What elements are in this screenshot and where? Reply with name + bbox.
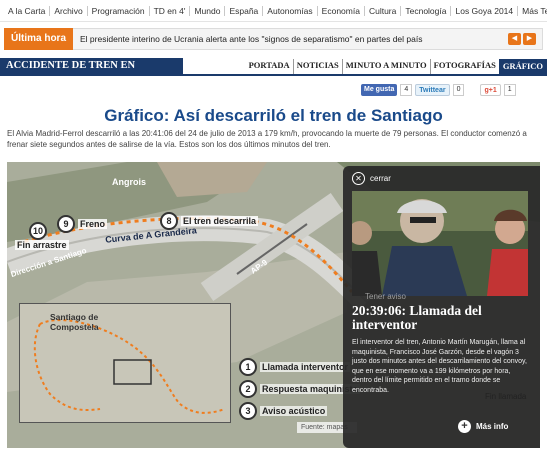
legend-step-1[interactable]: 1 Llamada interventor xyxy=(239,358,360,376)
step-label-fin-arrastre: Fin arrastre xyxy=(15,240,69,250)
map-step-9[interactable]: 9 Freno xyxy=(57,215,108,233)
plus-icon: + xyxy=(458,420,471,433)
nav-link-archivo[interactable]: Archivo xyxy=(50,5,88,16)
social-buttons: Me gusta 4 Twittear 0 g+1 1 xyxy=(361,84,516,96)
twitter-count: 0 xyxy=(452,84,465,96)
tab-portada[interactable]: PORTADA xyxy=(246,59,293,74)
tab-fotografias[interactable]: FOTOGRAFÍAS xyxy=(429,59,499,74)
legend-step-2[interactable]: 2 Respuesta maquinista xyxy=(239,380,360,398)
top-navigation: A la Carta Archivo Programación TD en 4'… xyxy=(0,0,547,22)
tab-grafico[interactable]: GRÁFICO xyxy=(498,59,547,74)
legend-step-3[interactable]: 3 Aviso acústico xyxy=(239,402,360,420)
nav-link-espana[interactable]: España xyxy=(225,5,264,16)
step-number: 8 xyxy=(160,212,178,230)
nav-link-cultura[interactable]: Cultura xyxy=(365,5,402,16)
breaking-news-bar: Última hora El presidente interino de Uc… xyxy=(4,27,543,50)
nav-link-economia[interactable]: Economía xyxy=(318,5,365,16)
event-legend: 1 Llamada interventor 2 Respuesta maquin… xyxy=(239,358,360,420)
facebook-like-count: 4 xyxy=(400,84,413,96)
nav-link-autonomias[interactable]: Autonomías xyxy=(263,5,318,16)
step-label-freno: Freno xyxy=(78,219,108,229)
breaking-news-tag: Última hora xyxy=(4,27,74,50)
more-info-button[interactable]: + Más info xyxy=(458,420,508,433)
more-info-label: Más info xyxy=(476,422,509,431)
close-label: cerrar xyxy=(370,174,391,183)
step-label-descarrila: El tren descarrila xyxy=(181,216,259,226)
lead-paragraph: El Alvia Madrid-Ferrol descarriló a las … xyxy=(7,129,527,149)
page-title: Gráfico: Así descarriló el tren de Santi… xyxy=(104,106,443,125)
step-number: 9 xyxy=(57,215,75,233)
nav-link-a-la-carta[interactable]: A la Carta xyxy=(4,5,51,16)
popup-body: El interventor del tren, Antonio Martín … xyxy=(352,339,527,394)
map-step-8[interactable]: 8 El tren descarrila xyxy=(160,212,259,230)
inset-title: Santiago de Compostela xyxy=(50,312,99,332)
google-plus-button[interactable]: g+1 xyxy=(480,84,501,96)
nav-link-td-en-4[interactable]: TD en 4' xyxy=(150,5,191,16)
breaking-news-arrows: ◀ ▶ xyxy=(508,33,536,45)
google-plus-count: 1 xyxy=(503,84,516,96)
close-icon: ✕ xyxy=(352,172,365,185)
nav-link-tecnologia[interactable]: Tecnología xyxy=(401,5,452,16)
facebook-like-button[interactable]: Me gusta xyxy=(361,84,398,96)
inset-map[interactable]: Santiago de Compostela xyxy=(19,303,231,423)
nav-link-mas-temas[interactable]: Más Temas» xyxy=(518,6,547,16)
close-button[interactable]: ✕ cerrar xyxy=(352,172,391,185)
nav-link-los-goya[interactable]: Los Goya 2014 xyxy=(451,5,519,16)
tab-noticias[interactable]: NOTICIAS xyxy=(292,59,342,74)
nav-link-mundo[interactable]: Mundo xyxy=(190,5,226,16)
next-arrow-icon[interactable]: ▶ xyxy=(523,33,536,45)
section-header: ACCIDENTE DE TREN EN SANTIAGO PORTADA NO… xyxy=(0,58,547,87)
step-number: 10 xyxy=(29,222,47,240)
place-label-angrois: Angrois xyxy=(112,177,147,187)
ghost-label-1: Tener aviso xyxy=(365,292,406,301)
breaking-news-headline[interactable]: El presidente interino de Ucrania alerta… xyxy=(73,34,508,44)
section-title[interactable]: ACCIDENTE DE TREN EN SANTIAGO xyxy=(0,58,183,87)
nav-link-programacion[interactable]: Programación xyxy=(88,5,150,16)
section-tabs: PORTADA NOTICIAS MINUTO A MINUTO FOTOGRA… xyxy=(246,59,547,74)
prev-arrow-icon[interactable]: ◀ xyxy=(508,33,521,45)
twitter-tweet-button[interactable]: Twittear xyxy=(415,84,450,96)
tab-minuto-a-minuto[interactable]: MINUTO A MINUTO xyxy=(341,59,430,74)
photo-placeholder xyxy=(352,191,528,296)
popup-photo xyxy=(352,191,528,296)
info-popup: ✕ cerrar 20:39:06: Llamada del intervent… xyxy=(343,166,540,448)
ghost-label-2: Fin llamada xyxy=(485,392,527,401)
popup-heading: 20:39:06: Llamada del interventor xyxy=(352,303,482,332)
map-step-10[interactable]: 10 xyxy=(29,222,47,240)
